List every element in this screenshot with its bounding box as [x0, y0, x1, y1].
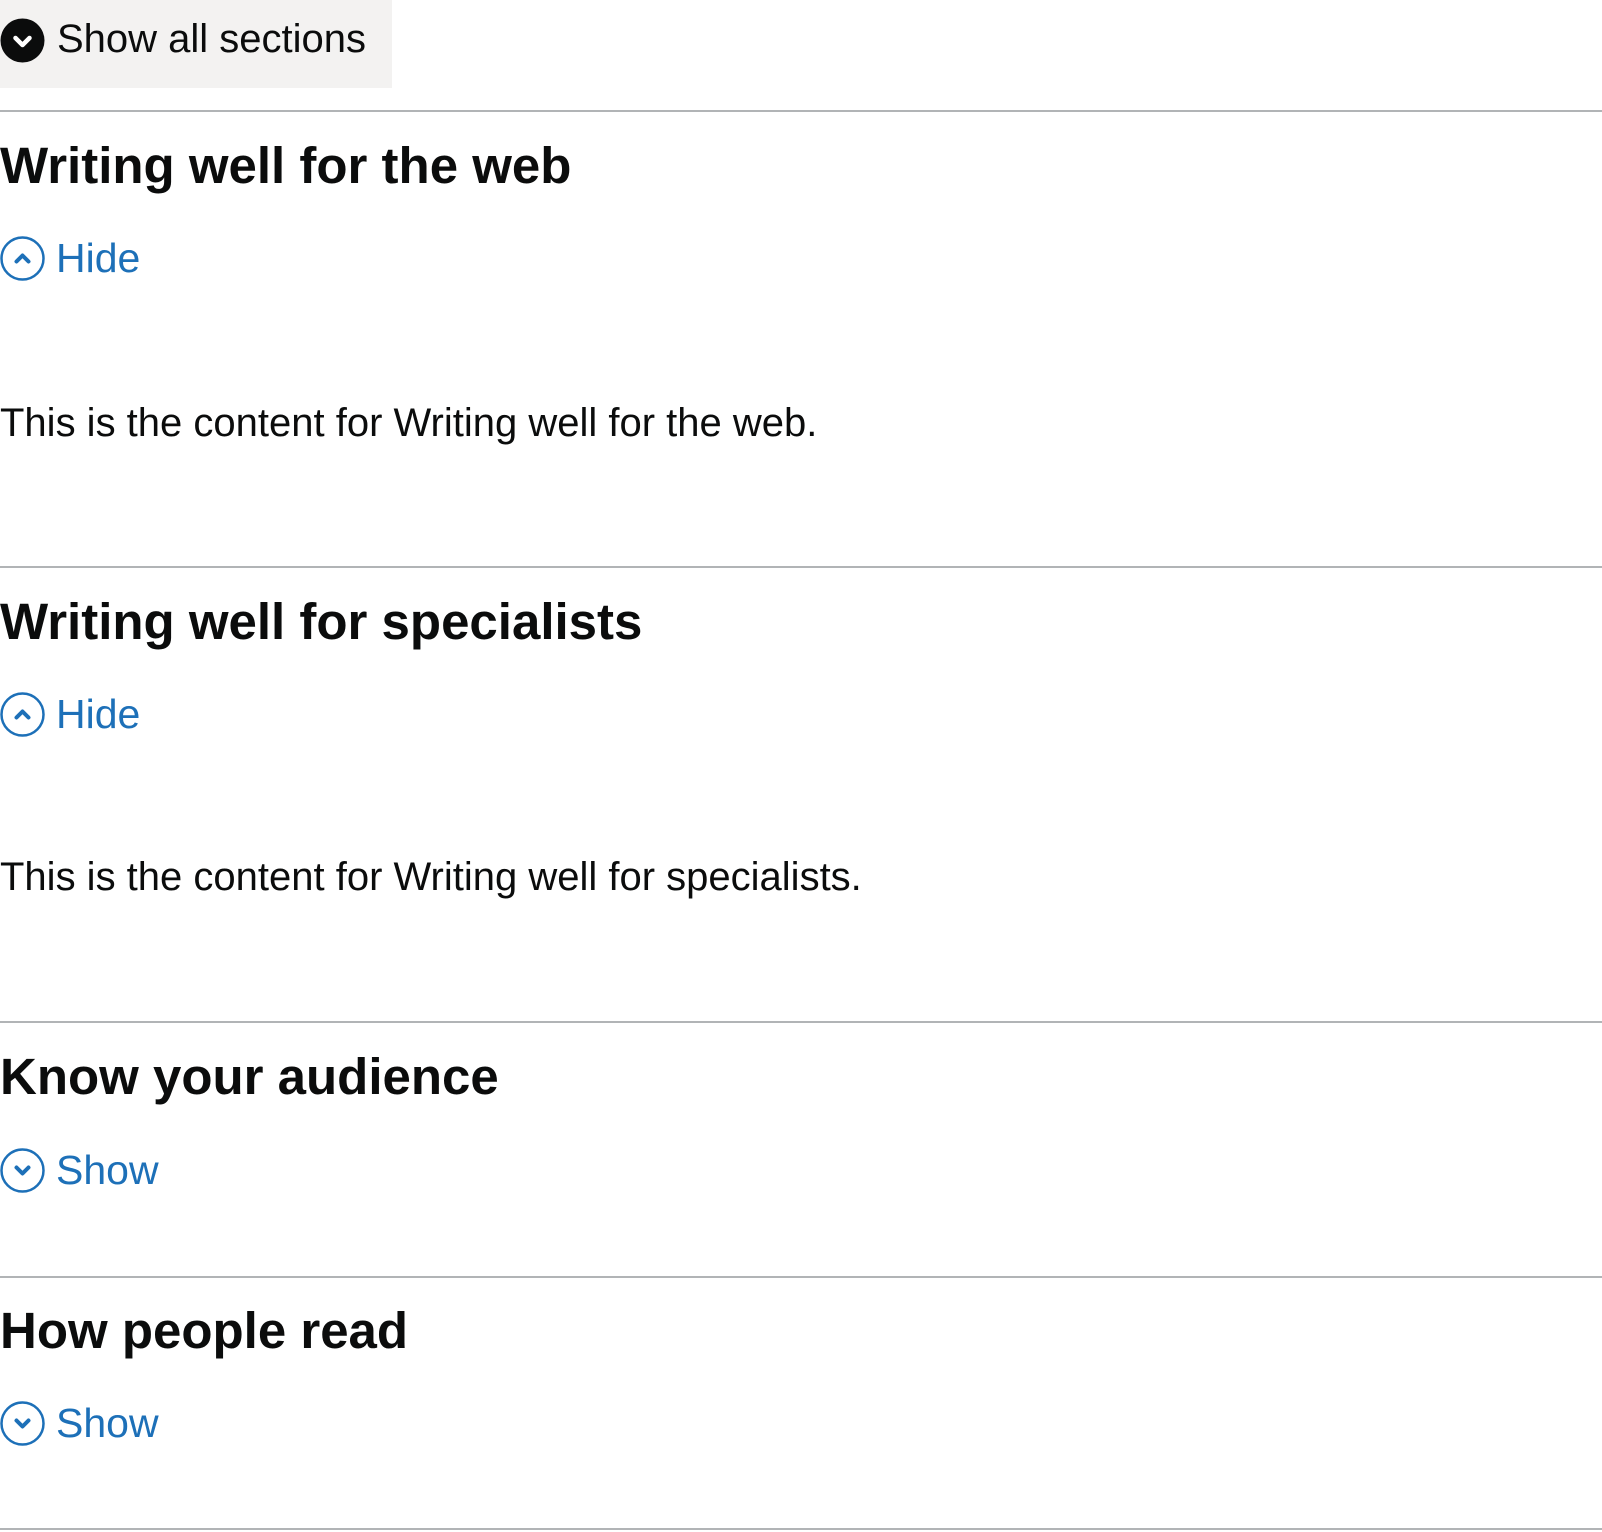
chevron-down-icon	[0, 1148, 45, 1193]
chevron-down-icon	[0, 1401, 45, 1446]
section-divider	[0, 566, 1602, 568]
section-content: This is the content for Writing well for…	[0, 855, 862, 899]
section-toggle-label: Hide	[56, 235, 141, 281]
section-divider	[0, 1528, 1602, 1530]
show-all-sections-label: Show all sections	[57, 17, 367, 61]
section-heading-writing-for-specialists[interactable]: Writing well for specialists	[0, 592, 642, 652]
section-toggle-label: Show	[56, 1400, 159, 1446]
section-heading-how-people-read[interactable]: How people read	[0, 1301, 408, 1361]
section-toggle-label: Hide	[56, 691, 141, 737]
show-all-sections-button[interactable]: Show all sections	[0, 0, 392, 88]
section-toggle-label: Show	[56, 1147, 159, 1193]
chevron-down-icon	[0, 18, 45, 63]
section-divider	[0, 1021, 1602, 1023]
section-divider	[0, 1276, 1602, 1278]
chevron-up-icon	[0, 236, 45, 281]
chevron-up-icon	[0, 692, 45, 737]
section-content: This is the content for Writing well for…	[0, 401, 818, 445]
section-divider	[0, 110, 1602, 112]
section-heading-writing-for-web[interactable]: Writing well for the web	[0, 136, 571, 196]
section-heading-know-your-audience[interactable]: Know your audience	[0, 1047, 499, 1107]
